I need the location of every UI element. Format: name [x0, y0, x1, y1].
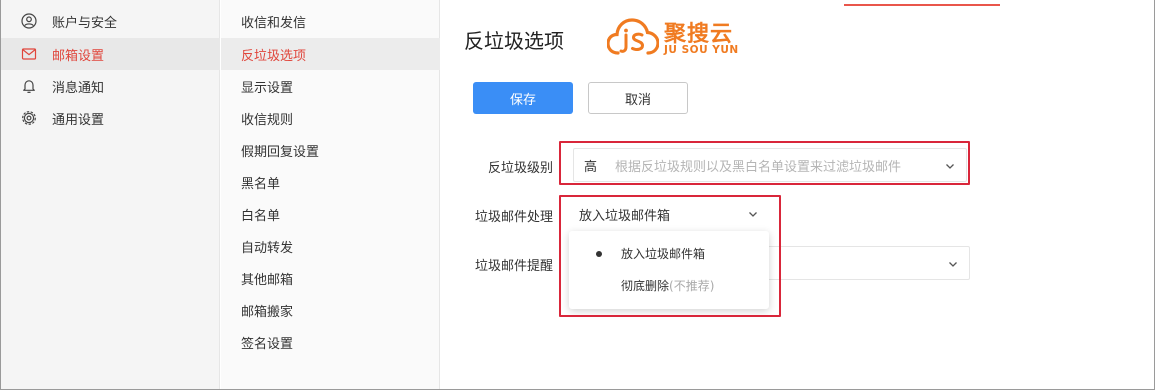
subnav-item-receive-rules[interactable]: 收信规则 — [221, 102, 440, 134]
subnav-item-blacklist[interactable]: 黑名单 — [221, 166, 440, 198]
subnav-item-anti-spam[interactable]: 反垃圾选项 — [221, 38, 440, 70]
highlight-box-handling — [559, 195, 781, 317]
main-content: 反垃圾选项 聚搜云 JU SOU YUN 保存 取消 反垃圾级别 高 根据反垃圾… — [441, 0, 1153, 389]
subnav-item-label: 显示设置 — [241, 80, 294, 96]
subnav-item-label: 白名单 — [241, 208, 281, 224]
subnav-item-label: 反垃圾选项 — [241, 48, 307, 64]
subnav-item-auto-forward[interactable]: 自动转发 — [221, 230, 440, 262]
subnav-item-label: 邮箱搬家 — [241, 304, 294, 320]
settings-subnav: 收信和发信 反垃圾选项 显示设置 收信规则 假期回复设置 黑名单 白名单 自动转… — [221, 0, 440, 389]
save-button[interactable]: 保存 — [473, 82, 573, 114]
cancel-button[interactable]: 取消 — [588, 82, 688, 114]
logo-text-en: JU SOU YUN — [664, 44, 739, 56]
subnav-item-mailbox-migration[interactable]: 邮箱搬家 — [221, 294, 440, 326]
subnav-item-label: 收信规则 — [241, 112, 294, 128]
sidebar-item-notifications[interactable]: 消息通知 — [1, 70, 220, 102]
gear-icon — [22, 111, 36, 125]
sidebar: 账户与安全 邮箱设置 消息通知 通用设置 — [1, 0, 220, 389]
user-icon — [21, 13, 37, 29]
subnav-item-label: 其他邮箱 — [241, 272, 294, 288]
subnav-item-label: 收信和发信 — [241, 15, 307, 31]
tab-indicator — [844, 4, 1000, 6]
mail-icon — [21, 48, 37, 60]
spam-reminder-label: 垃圾邮件提醒 — [474, 259, 553, 274]
cloud-logo-icon — [607, 18, 659, 55]
subnav-item-display[interactable]: 显示设置 — [221, 70, 440, 102]
sidebar-item-account-security[interactable]: 账户与安全 — [1, 5, 220, 37]
subnav-item-whitelist[interactable]: 白名单 — [221, 198, 440, 230]
sidebar-item-label: 消息通知 — [52, 80, 105, 96]
page-title: 反垃圾选项 — [464, 29, 564, 53]
anti-spam-level-label: 反垃圾级别 — [487, 161, 553, 176]
bell-icon — [23, 80, 35, 93]
subnav-item-signature[interactable]: 签名设置 — [221, 326, 440, 358]
sidebar-item-mailbox-settings[interactable]: 邮箱设置 — [1, 38, 220, 70]
chevron-down-icon — [949, 262, 957, 267]
spam-handling-label: 垃圾邮件处理 — [474, 210, 553, 225]
highlight-box-level — [559, 141, 970, 185]
subnav-item-other-mailboxes[interactable]: 其他邮箱 — [221, 262, 440, 294]
subnav-item-label: 签名设置 — [241, 336, 294, 352]
subnav-item-vacation-reply[interactable]: 假期回复设置 — [221, 134, 440, 166]
subnav-item-send-receive[interactable]: 收信和发信 — [221, 5, 440, 37]
sidebar-item-general-settings[interactable]: 通用设置 — [1, 102, 220, 134]
sidebar-item-label: 通用设置 — [52, 112, 105, 128]
sidebar-item-label: 邮箱设置 — [52, 48, 105, 64]
brand-logo: 聚搜云 JU SOU YUN — [607, 16, 757, 60]
subnav-item-label: 黑名单 — [241, 176, 281, 192]
subnav-item-label: 自动转发 — [241, 240, 294, 256]
sidebar-item-label: 账户与安全 — [52, 15, 118, 31]
subnav-item-label: 假期回复设置 — [241, 144, 320, 160]
